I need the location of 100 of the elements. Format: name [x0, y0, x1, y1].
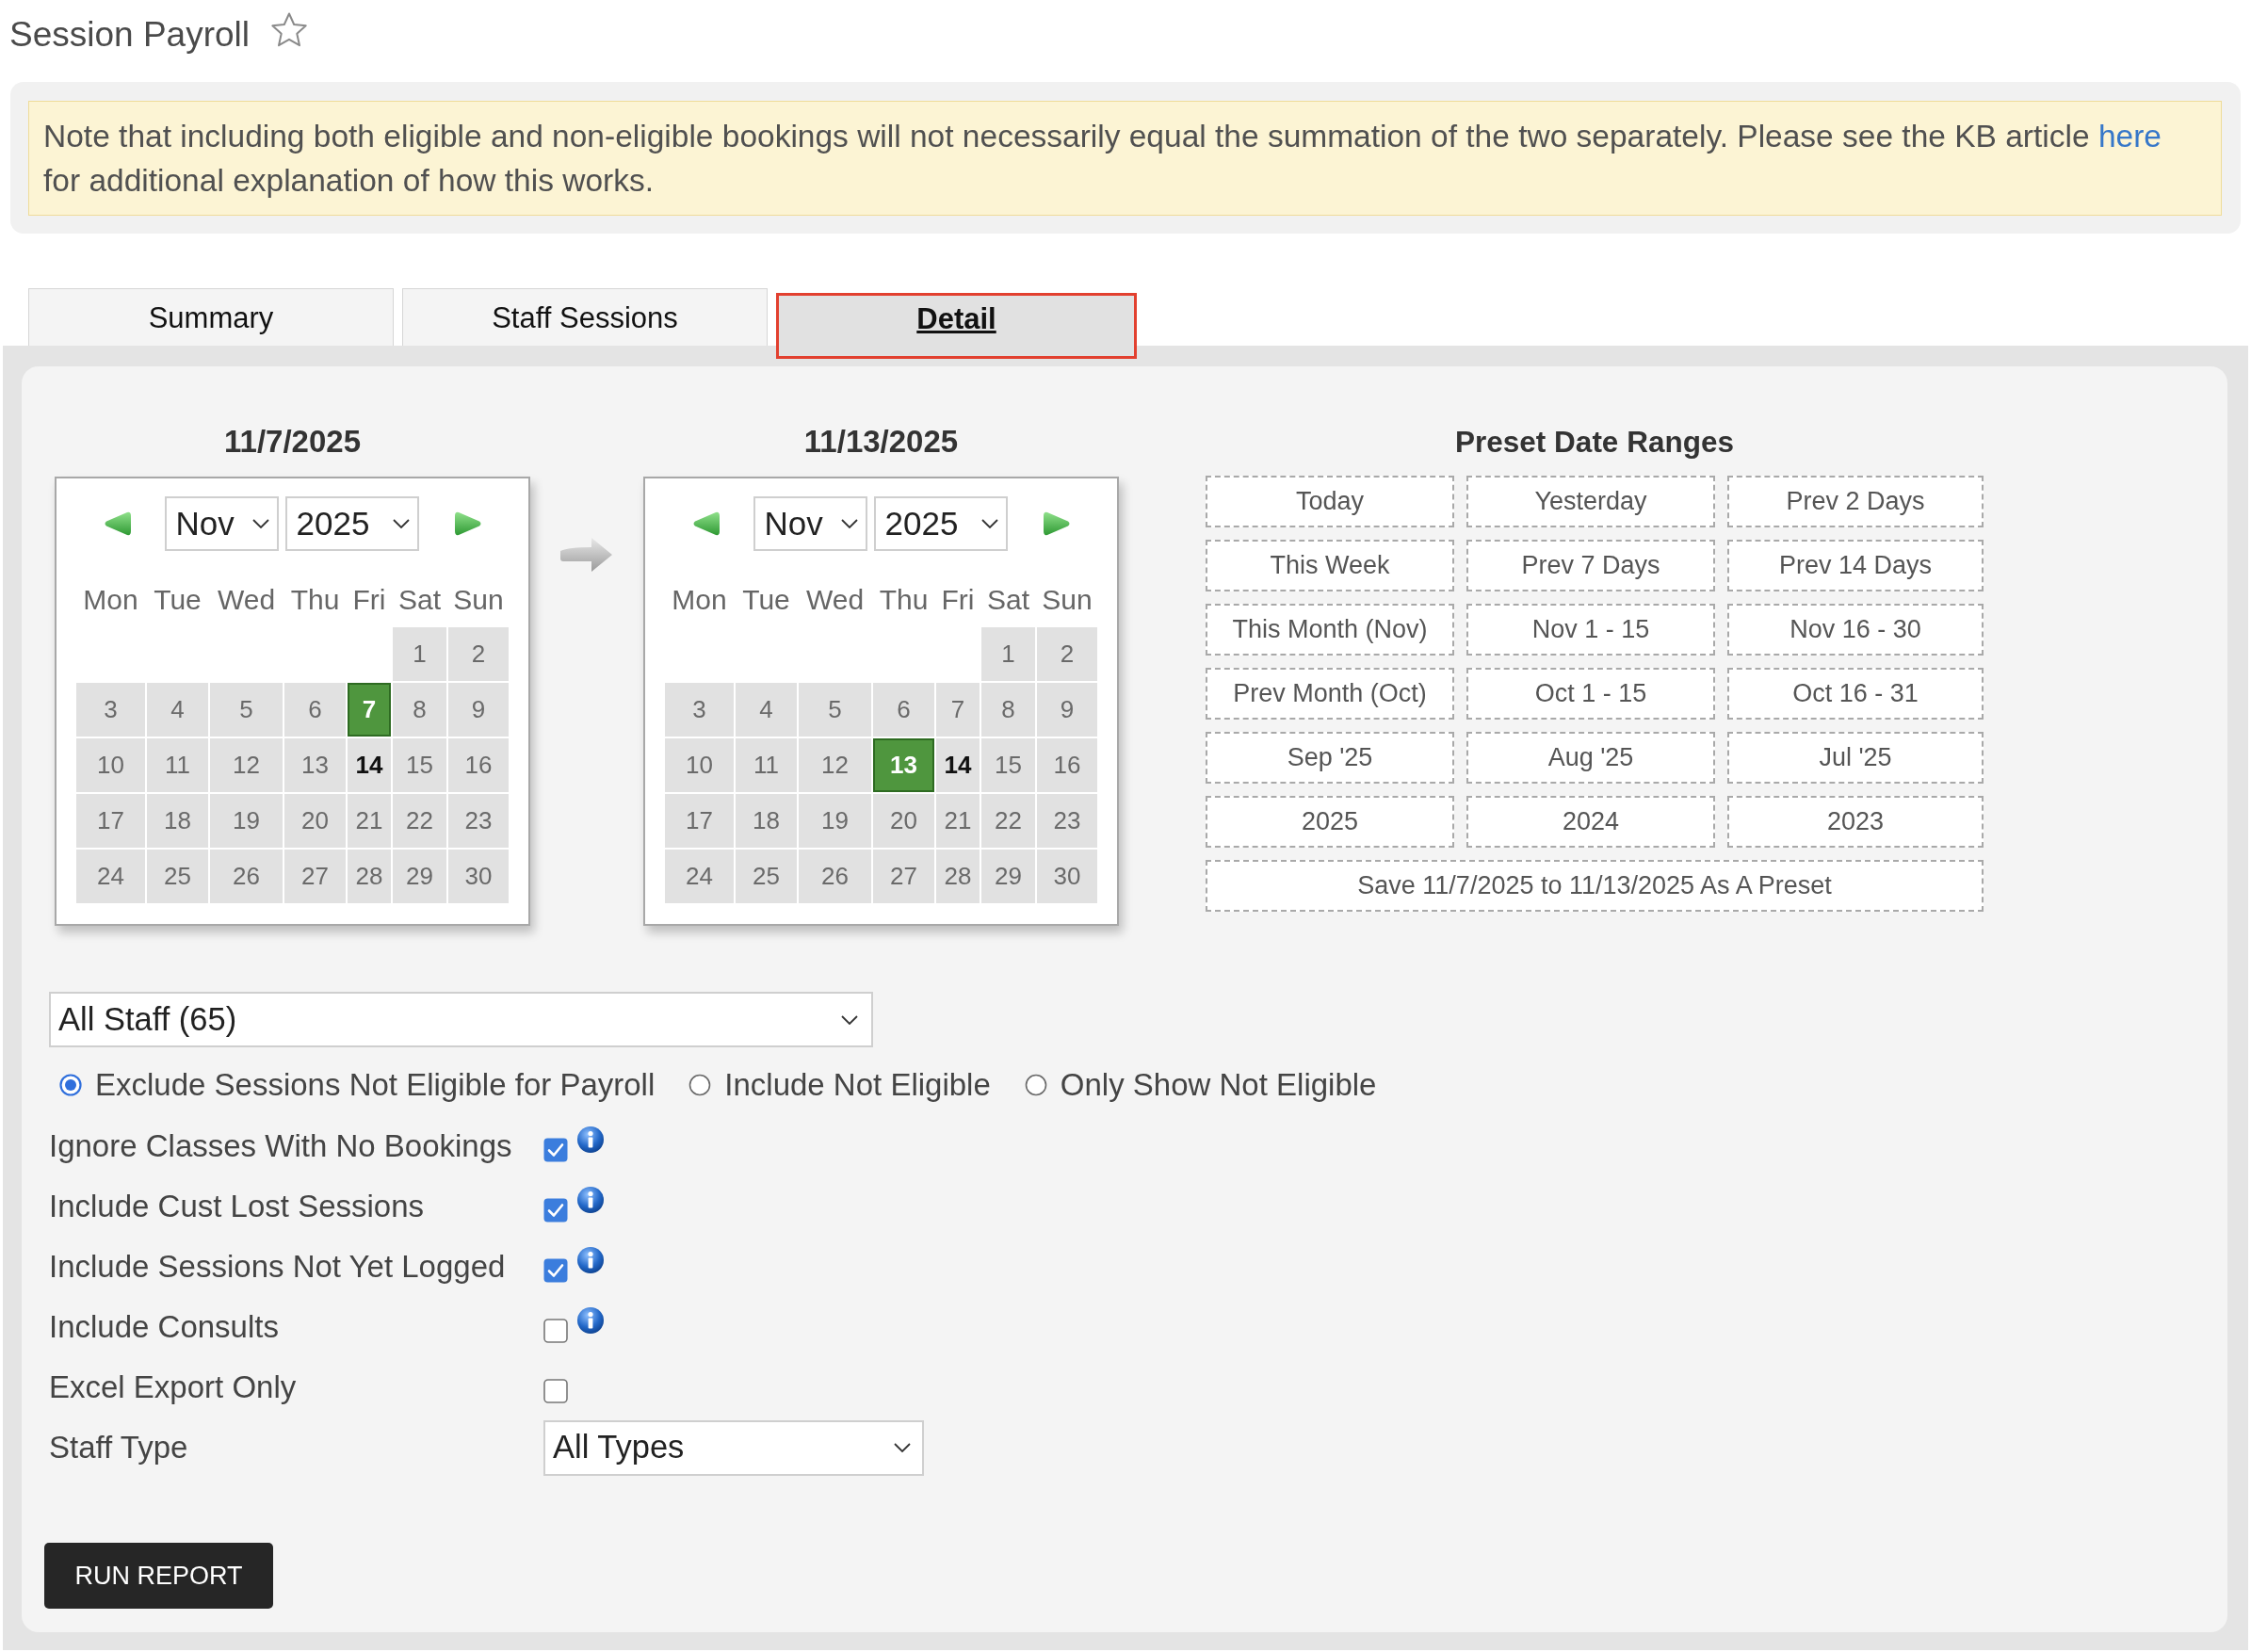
- checkbox[interactable]: [543, 1379, 568, 1403]
- preset-button[interactable]: Prev 7 Days: [1466, 540, 1715, 591]
- tab[interactable]: Staff Sessions: [402, 288, 768, 346]
- preset-button[interactable]: 2025: [1206, 796, 1454, 848]
- day-cell[interactable]: 20: [284, 794, 346, 848]
- day-cell[interactable]: 11: [736, 738, 797, 792]
- day-cell[interactable]: 19: [210, 794, 283, 848]
- tab[interactable]: Summary: [28, 288, 394, 346]
- preset-button[interactable]: Jul '25: [1727, 732, 1984, 784]
- day-cell[interactable]: 27: [873, 850, 934, 903]
- day-cell[interactable]: 19: [799, 794, 871, 848]
- day-cell[interactable]: 6: [284, 683, 346, 737]
- preset-button[interactable]: Oct 1 - 15: [1466, 668, 1715, 720]
- day-cell[interactable]: 11: [147, 738, 208, 792]
- day-cell[interactable]: 22: [981, 794, 1035, 848]
- day-cell[interactable]: 21: [348, 794, 391, 848]
- day-cell[interactable]: 2: [448, 627, 509, 681]
- day-cell[interactable]: 5: [210, 683, 283, 737]
- day-cell[interactable]: 24: [665, 850, 734, 903]
- day-cell[interactable]: 17: [76, 794, 145, 848]
- info-icon[interactable]: [576, 1126, 605, 1154]
- info-icon[interactable]: [576, 1186, 605, 1214]
- day-cell[interactable]: 30: [1037, 850, 1097, 903]
- day-cell[interactable]: 13: [873, 738, 934, 792]
- save-preset-button[interactable]: Save 11/7/2025 to 11/13/2025 As A Preset: [1206, 860, 1984, 912]
- day-cell[interactable]: 5: [799, 683, 871, 737]
- checkbox[interactable]: [543, 1319, 568, 1343]
- right-triangle-icon[interactable]: [453, 511, 482, 536]
- day-cell[interactable]: 10: [76, 738, 145, 792]
- left-triangle-icon[interactable]: [691, 511, 721, 536]
- day-cell[interactable]: 18: [147, 794, 208, 848]
- day-cell[interactable]: 17: [665, 794, 734, 848]
- day-cell[interactable]: 23: [1037, 794, 1097, 848]
- day-cell[interactable]: 24: [76, 850, 145, 903]
- year-select[interactable]: 2025: [873, 496, 1008, 551]
- day-cell[interactable]: 7: [936, 683, 980, 737]
- preset-button[interactable]: This Month (Nov): [1206, 604, 1454, 656]
- day-cell[interactable]: 14: [348, 738, 391, 792]
- day-cell[interactable]: 25: [147, 850, 208, 903]
- day-cell[interactable]: 12: [799, 738, 871, 792]
- day-cell[interactable]: 27: [284, 850, 346, 903]
- day-cell[interactable]: 29: [393, 850, 446, 903]
- star-icon[interactable]: [270, 11, 308, 49]
- day-cell[interactable]: 21: [936, 794, 980, 848]
- day-cell[interactable]: 25: [736, 850, 797, 903]
- day-cell[interactable]: 3: [665, 683, 734, 737]
- right-triangle-icon[interactable]: [1042, 511, 1071, 536]
- kb-article-link[interactable]: here: [2097, 119, 2162, 154]
- preset-button[interactable]: Prev 2 Days: [1727, 476, 1984, 527]
- day-cell[interactable]: 26: [210, 850, 283, 903]
- day-cell[interactable]: 16: [1037, 738, 1097, 792]
- day-cell[interactable]: 12: [210, 738, 283, 792]
- day-cell[interactable]: 4: [147, 683, 208, 737]
- preset-button[interactable]: Yesterday: [1466, 476, 1715, 527]
- day-cell[interactable]: 6: [873, 683, 934, 737]
- day-cell[interactable]: 18: [736, 794, 797, 848]
- day-cell[interactable]: 23: [448, 794, 509, 848]
- day-cell[interactable]: 16: [448, 738, 509, 792]
- preset-button[interactable]: Nov 1 - 15: [1466, 604, 1715, 656]
- preset-button[interactable]: Today: [1206, 476, 1454, 527]
- info-icon[interactable]: [576, 1246, 605, 1274]
- day-cell[interactable]: 1: [393, 627, 446, 681]
- year-select[interactable]: 2025: [284, 496, 419, 551]
- checkbox[interactable]: [543, 1138, 568, 1162]
- day-cell[interactable]: 30: [448, 850, 509, 903]
- preset-button[interactable]: This Week: [1206, 540, 1454, 591]
- day-cell[interactable]: 9: [1037, 683, 1097, 737]
- day-cell[interactable]: 13: [284, 738, 346, 792]
- tab[interactable]: Detail: [776, 293, 1137, 359]
- preset-button[interactable]: 2023: [1727, 796, 1984, 848]
- day-cell[interactable]: 26: [799, 850, 871, 903]
- day-cell[interactable]: 7: [348, 683, 391, 737]
- preset-button[interactable]: Sep '25: [1206, 732, 1454, 784]
- day-cell[interactable]: 9: [448, 683, 509, 737]
- day-cell[interactable]: 28: [936, 850, 980, 903]
- preset-button[interactable]: Prev Month (Oct): [1206, 668, 1454, 720]
- day-cell[interactable]: 22: [393, 794, 446, 848]
- month-select[interactable]: Nov: [164, 496, 279, 551]
- day-cell[interactable]: 15: [981, 738, 1035, 792]
- day-cell[interactable]: 29: [981, 850, 1035, 903]
- radio-button[interactable]: [1024, 1074, 1047, 1096]
- preset-button[interactable]: Aug '25: [1466, 732, 1715, 784]
- day-cell[interactable]: 10: [665, 738, 734, 792]
- preset-button[interactable]: Prev 14 Days: [1727, 540, 1984, 591]
- staff-select[interactable]: All Staff (65): [49, 992, 873, 1047]
- preset-button[interactable]: Nov 16 - 30: [1727, 604, 1984, 656]
- info-icon[interactable]: [576, 1306, 605, 1335]
- day-cell[interactable]: 1: [981, 627, 1035, 681]
- day-cell[interactable]: 2: [1037, 627, 1097, 681]
- checkbox[interactable]: [543, 1258, 568, 1283]
- day-cell[interactable]: 28: [348, 850, 391, 903]
- radio-button[interactable]: [59, 1074, 82, 1096]
- preset-button[interactable]: 2024: [1466, 796, 1715, 848]
- day-cell[interactable]: 14: [936, 738, 980, 792]
- preset-button[interactable]: Oct 16 - 31: [1727, 668, 1984, 720]
- staff-type-select[interactable]: All Types: [543, 1419, 924, 1476]
- left-triangle-icon[interactable]: [103, 511, 132, 536]
- day-cell[interactable]: 4: [736, 683, 797, 737]
- radio-button[interactable]: [688, 1074, 712, 1096]
- day-cell[interactable]: 15: [393, 738, 446, 792]
